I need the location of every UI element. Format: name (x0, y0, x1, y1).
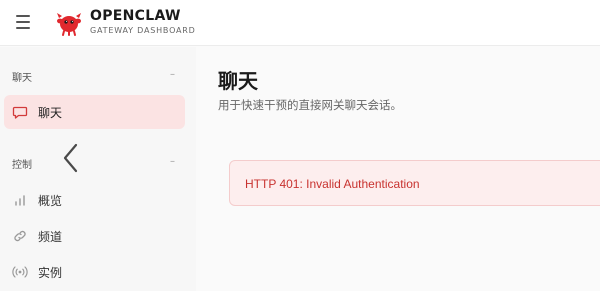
sidebar-item-label: 频道 (38, 230, 63, 244)
hamburger-icon[interactable] (14, 13, 32, 31)
sidebar-item-label: 实例 (38, 266, 63, 280)
main-content: 聊天 用于快速干预的直接网关聊天会话。 HTTP 401: Invalid Au… (196, 47, 600, 291)
page-title: 聊天 (218, 69, 258, 93)
chevron-left-icon[interactable] (60, 142, 82, 174)
openclaw-crab-logo (57, 13, 81, 36)
brand-name: OPENCLAW (90, 8, 181, 24)
section-title-chat[interactable]: 聊天 (12, 69, 32, 84)
sidebar-item-overview[interactable]: 概览 (4, 183, 185, 217)
sidebar-item-chat[interactable]: 聊天 (4, 95, 185, 129)
error-banner: HTTP 401: Invalid Authentication (229, 160, 600, 206)
sidebar: 聊天 – 聊天 控制 – 概览 频道 实例 (0, 47, 196, 291)
page-subtitle: 用于快速干预的直接网关聊天会话。 (218, 98, 402, 112)
section-collapse-chat[interactable]: – (170, 69, 175, 80)
section-title-control[interactable]: 控制 (12, 156, 32, 171)
bar-chart-icon (15, 195, 25, 206)
link-icon (14, 230, 26, 242)
section-collapse-control[interactable]: – (170, 156, 175, 167)
top-bar: OPENCLAW GATEWAY DASHBOARD (0, 0, 600, 46)
error-message: HTTP 401: Invalid Authentication (245, 177, 420, 191)
sidebar-item-label: 聊天 (38, 106, 63, 120)
chat-bubble-icon (12, 106, 28, 119)
brand-subtitle: GATEWAY DASHBOARD (90, 26, 196, 35)
sidebar-item-instances[interactable]: 实例 (4, 255, 185, 289)
broadcast-icon (12, 266, 28, 278)
sidebar-item-channels[interactable]: 频道 (4, 219, 185, 253)
sidebar-item-label: 概览 (38, 194, 63, 208)
